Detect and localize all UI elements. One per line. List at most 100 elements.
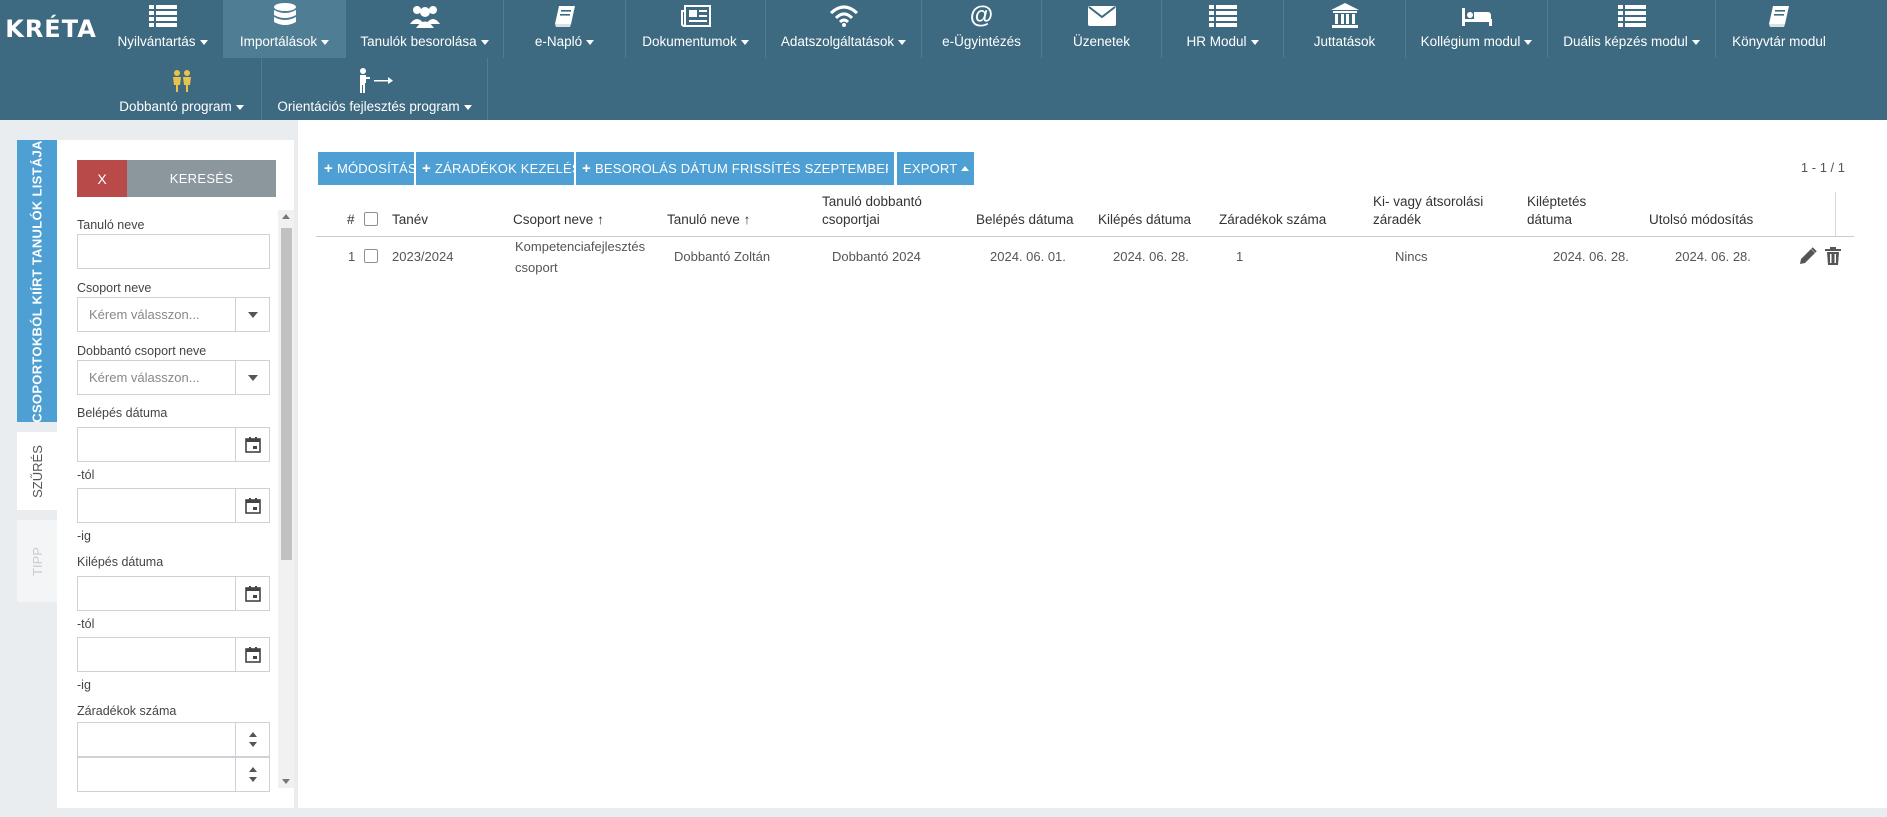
dobbanto-group-label: Dobbantó csoport neve [77,344,207,358]
search-button[interactable]: KERESÉS [127,160,276,197]
nav-item-e-naplo[interactable]: e-Napló [504,0,626,58]
calendar-icon[interactable] [235,489,269,522]
person-arrow-icon [356,68,394,94]
nav-item-juttatasok[interactable]: Juttatások [1284,0,1406,58]
dobbanto-group-select[interactable]: Kérem válasszon... [77,360,270,395]
col-header-year[interactable]: Tanév [392,211,428,229]
group-name-label: Csoport neve [77,281,152,295]
number-stepper[interactable] [235,758,269,791]
calendar-icon[interactable] [235,577,269,610]
scroll-thumb[interactable] [281,228,292,560]
newspaper-icon [680,3,711,29]
exit-date-to-input[interactable] [77,637,270,672]
calendar-icon[interactable] [235,638,269,671]
nav-item-dobbanto-program[interactable]: Dobbantó program [102,58,262,120]
filter-scrollbar[interactable] [278,210,294,788]
chevron-down-icon [1524,39,1533,45]
col-header-transfer[interactable]: Ki- vagy átsorolási záradék [1373,193,1483,229]
exit-date-from-input[interactable] [77,576,270,611]
children-icon [169,68,195,94]
col-header-student[interactable]: Tanuló neve ↑ [667,211,750,229]
nav-item-dualis-kepzes-modul[interactable]: Duális képzés modul [1548,0,1716,58]
modify-button[interactable]: + MÓDOSÍTÁS [318,152,417,185]
col-header-group[interactable]: Csoport neve ↑ [513,211,604,229]
cell-student: Dobbantó Zoltán [674,249,771,264]
database-icon [273,3,297,29]
cell-group: Kompetenciafejlesztés csoport [515,239,646,275]
wifi-icon [829,3,859,29]
sort-asc-icon: ↑ [743,212,751,227]
pager-info: 1 - 1 / 1 [1800,160,1845,175]
nav-item-dokumentumok[interactable]: Dokumentumok [626,0,766,58]
group-name-select[interactable]: Kérem válasszon... [77,297,270,332]
chevron-down-icon[interactable] [235,361,269,394]
chevron-down-icon [1250,39,1259,45]
calendar-icon[interactable] [235,428,269,461]
bank-icon [1330,3,1359,29]
nav-item-uzenetek[interactable]: Üzenetek [1042,0,1162,58]
entry-date-to-input[interactable] [77,488,270,523]
tab-tip[interactable]: TIPP [17,520,57,602]
tab-filter[interactable]: SZŰRÉS [17,432,57,510]
chevron-down-icon [740,39,749,45]
row-checkbox[interactable] [364,249,378,263]
edit-pencil-icon[interactable] [1798,246,1818,266]
refresh-date-button[interactable]: +BESOROLÁS DÁTUM FRISSÍTÉS SZEPTEMBER 1-… [576,152,894,185]
plus-icon: + [582,160,591,177]
book-icon [1767,3,1791,29]
nav-item-tanulok-besorolasa[interactable]: Tanulók besorolása [346,0,504,58]
nav-item-importalasok[interactable]: Importálások [224,0,346,58]
list-icon [1617,3,1646,29]
clause-count-max-input[interactable] [77,757,270,792]
nav-item-orientacios-fejlesztes[interactable]: Orientációs fejlesztés program [262,58,488,120]
cell-dobbanto: Dobbantó 2024 [832,249,921,264]
entry-date-from-input[interactable] [77,427,270,462]
student-name-input[interactable] [77,234,270,269]
clause-count-min-input[interactable] [77,722,270,757]
chevron-down-icon [586,39,595,45]
nav-item-adatszolgaltatasok[interactable]: Adatszolgáltatások [766,0,922,58]
scroll-up-icon[interactable] [282,214,290,219]
plus-icon: + [324,160,333,177]
chevron-down-icon[interactable] [235,298,269,331]
exit-from-label: -tól [77,617,95,631]
kreta-logo[interactable]: KRÉTA [0,0,102,58]
envelope-icon [1087,3,1116,29]
clear-filter-button[interactable]: X [77,160,127,197]
filter-panel: X KERESÉS Tanuló neve Csoport neve Kérem… [57,140,294,808]
nav-item-kollegium-modul[interactable]: Kollégium modul [1406,0,1548,58]
select-all-checkbox[interactable] [364,212,378,226]
list-icon [1208,3,1237,29]
col-header-entry[interactable]: Belépés dátuma [976,211,1074,229]
col-header-modified[interactable]: Utolsó módosítás [1649,211,1753,229]
col-header-clauses[interactable]: Záradékok száma [1219,211,1326,229]
nav-item-nyilvantartas[interactable]: Nyilvántartás [102,0,224,58]
nav-item-hr-modul[interactable]: HR Modul [1162,0,1284,58]
users-icon [409,3,441,29]
entry-to-label: -ig [77,529,91,543]
cell-transfer: Nincs [1395,249,1428,264]
main-panel: + MÓDOSÍTÁS + ZÁRADÉKOK KEZELÉSE + BESOROLÁ… [298,120,1887,808]
col-header-discharge[interactable]: Kiléptetés dátuma [1527,193,1586,229]
delete-trash-icon[interactable] [1823,246,1843,266]
nav-item-e-ugyintezes[interactable]: @ e-Ügyintézés [922,0,1042,58]
number-stepper[interactable] [235,723,269,756]
chevron-down-icon [480,39,489,45]
export-button[interactable]: EXPORT [897,152,974,185]
chevron-down-icon [898,39,907,45]
entry-date-label: Belépés dátuma [77,406,168,420]
exit-to-label: -ig [77,678,91,692]
book-icon [553,3,577,29]
manage-clauses-button[interactable]: + ZÁRADÉKOK KEZELÉSE [416,152,589,185]
scroll-down-icon[interactable] [282,779,290,784]
col-header-exit[interactable]: Kilépés dátuma [1098,211,1191,229]
col-header-dobbanto[interactable]: Tanuló dobbantó csoportjai [822,193,922,229]
cell-year: 2023/2024 [392,249,454,264]
cell-entry: 2024. 06. 01. [990,249,1066,264]
nav-item-konyvtar-modul[interactable]: Könyvtár modul [1716,0,1842,58]
clause-count-label: Záradékok száma [77,704,177,718]
student-name-label: Tanuló neve [77,218,145,232]
plus-icon: + [422,160,431,177]
tab-student-list[interactable]: CSOPORTOKBÓL KIÍRT TANULÓK LISTÁJA [17,140,57,422]
cell-discharge: 2024. 06. 28. [1553,249,1629,264]
